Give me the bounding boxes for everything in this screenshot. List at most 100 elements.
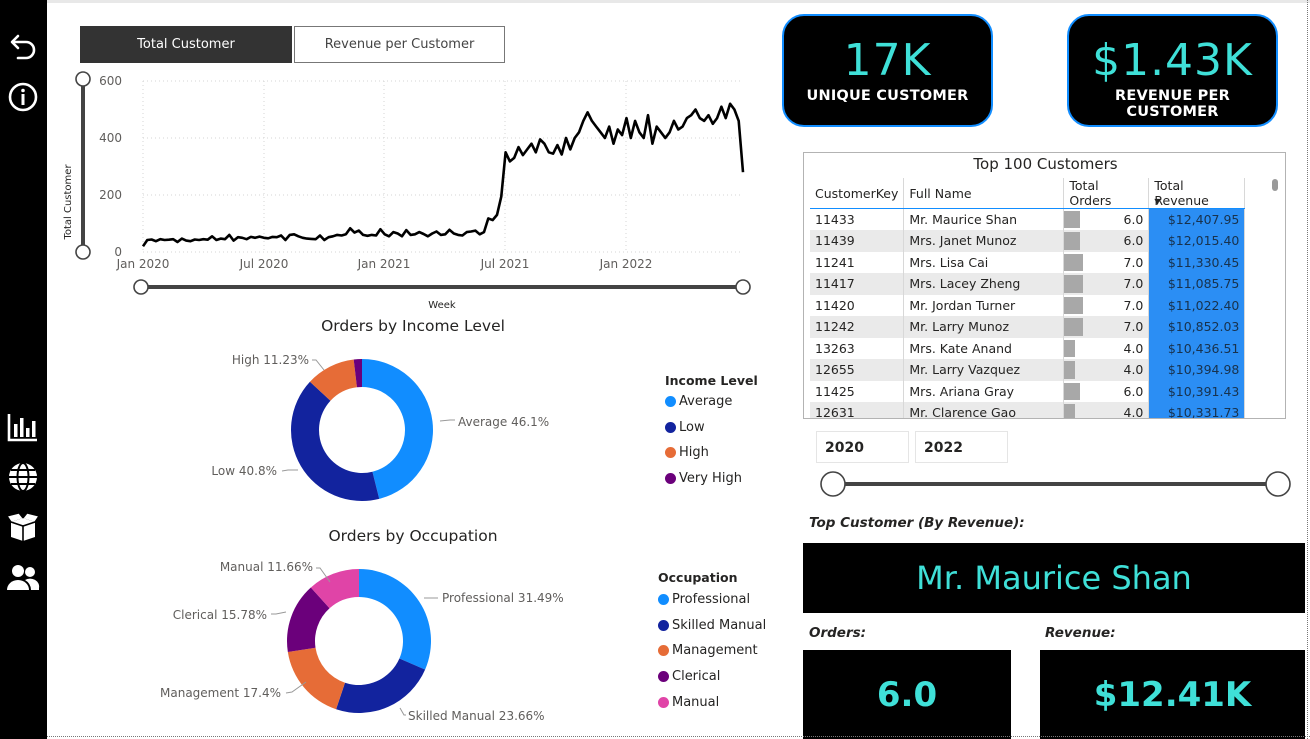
cell-customer-key: 12655 (810, 359, 905, 381)
table-row[interactable]: 12631 Mr. Clarence Gao 4.0 $10,331.73 (810, 402, 1246, 419)
y-range-slider-handle-bottom[interactable] (75, 244, 91, 260)
occupation-chart-title: Orders by Occupation (328, 527, 498, 545)
cell-customer-key: 11242 (810, 316, 905, 338)
col-header-total-revenue[interactable]: Total Revenue ▼ (1148, 178, 1246, 209)
orders-value: 4.0 (1123, 340, 1144, 356)
occupation-legend-manual[interactable]: Manual (658, 695, 719, 710)
top-customer-heading: Top Customer (By Revenue): (809, 515, 1025, 531)
cell-customer-key: 11241 (810, 251, 905, 273)
orders-value: 7.0 (1123, 276, 1144, 292)
slice-skilled-manual[interactable] (336, 658, 426, 713)
cell-customer-key: 13263 (810, 337, 905, 359)
income-legend-average[interactable]: Average (665, 394, 732, 409)
bar-chart-icon[interactable] (6, 410, 40, 444)
y-range-slider-handle-top[interactable] (75, 71, 91, 87)
y-tick-200: 200 (99, 188, 122, 202)
top-border (47, 0, 1310, 3)
year-end-input[interactable]: 2022 (915, 431, 1008, 463)
orders-value: 7.0 (1123, 319, 1144, 335)
slice-low[interactable] (291, 381, 380, 501)
top-customer-orders-value: 6.0 (803, 650, 1011, 739)
table-row[interactable]: 11242 Mr. Larry Munoz 7.0 $10,852.03 (810, 316, 1246, 338)
occupation-label-skilled-manual: Skilled Manual 23.66% (408, 709, 545, 723)
income-legend-low[interactable]: Low (665, 420, 705, 435)
x-tick-jul-2021: Jul 2021 (480, 257, 530, 271)
occupation-donut-chart: Professional 31.49% Skilled Manual 23.66… (160, 560, 564, 723)
cell-customer-key: 11433 (810, 208, 905, 230)
occupation-label-management: Management 17.4% (160, 686, 281, 700)
table-row[interactable]: 12655 Mr. Larry Vazquez 4.0 $10,394.98 (810, 359, 1246, 381)
income-legend-title: Income Level (665, 373, 758, 388)
open-box-icon[interactable] (6, 510, 40, 544)
occupation-legend-skilled-manual[interactable]: Skilled Manual (658, 618, 766, 633)
total-customer-button[interactable]: Total Customer (80, 26, 292, 63)
cell-customer-key: 12631 (810, 402, 905, 418)
info-icon[interactable] (6, 80, 40, 114)
users-icon[interactable] (6, 560, 40, 594)
slice-professional[interactable] (359, 569, 431, 670)
orders-value: 6.0 (1123, 212, 1144, 227)
slice-management[interactable] (287, 647, 345, 710)
col-header-customer-key[interactable]: CustomerKey (810, 178, 905, 209)
cell-customer-key: 11439 (810, 230, 905, 252)
cell-customer-key: 11420 (810, 294, 905, 316)
cell-total-orders: 6.0 (1063, 208, 1150, 230)
col-header-full-name[interactable]: Full Name (903, 178, 1065, 209)
cell-total-orders: 7.0 (1063, 294, 1150, 316)
occupation-label-clerical: Clerical 15.78% (173, 608, 267, 622)
table-row[interactable]: 11433 Mr. Maurice Shan 6.0 $12,407.95 (810, 208, 1246, 230)
cell-total-revenue: $11,022.40 (1148, 294, 1246, 316)
cell-total-orders: 4.0 (1063, 337, 1150, 359)
cell-full-name: Mrs. Janet Munoz (903, 230, 1065, 252)
cell-total-revenue: $10,391.43 (1148, 380, 1246, 402)
x-tick-jul-2020: Jul 2020 (239, 257, 289, 271)
year-range-slider[interactable] (815, 470, 1295, 500)
x-range-slider-handle-right[interactable] (735, 279, 751, 295)
income-chart-title: Orders by Income Level (321, 317, 505, 335)
top-customer-revenue-value: $12.41K (1040, 650, 1305, 739)
unique-customer-label: UNIQUE CUSTOMER (806, 88, 969, 104)
revenue-per-customer-label: REVENUE PER CUSTOMER (1115, 88, 1230, 120)
cell-total-orders: 7.0 (1063, 251, 1150, 273)
year-slider-handle-right[interactable] (1265, 471, 1291, 497)
legend-dot (658, 645, 669, 656)
legend-label: Very High (679, 471, 742, 486)
occupation-legend-title: Occupation (658, 570, 738, 585)
x-range-slider-handle-left[interactable] (133, 279, 149, 295)
table-row[interactable]: 13263 Mrs. Kate Anand 4.0 $10,436.51 (810, 337, 1246, 359)
table-row[interactable]: 11420 Mr. Jordan Turner 7.0 $11,022.40 (810, 294, 1246, 316)
orders-value: 7.0 (1123, 297, 1144, 313)
globe-icon[interactable] (6, 460, 40, 494)
cell-full-name: Mrs. Lacey Zheng (903, 273, 1065, 295)
cell-total-revenue: $11,330.45 (1148, 251, 1246, 273)
revenue-per-customer-button[interactable]: Revenue per Customer (294, 26, 505, 63)
table-row[interactable]: 11425 Mrs. Ariana Gray 6.0 $10,391.43 (810, 380, 1246, 402)
occupation-label-professional: Professional 31.49% (442, 591, 564, 605)
cell-full-name: Mr. Larry Vazquez (903, 359, 1065, 381)
orders-value: 4.0 (1123, 405, 1144, 419)
occupation-legend-management[interactable]: Management (658, 643, 758, 658)
x-tick-jan-2021: Jan 2021 (357, 257, 411, 271)
top-customers-grid: CustomerKey Full Name Total Orders Total… (810, 178, 1246, 419)
table-scrollbar[interactable] (1272, 179, 1278, 191)
legend-dot (665, 473, 676, 484)
cell-full-name: Mr. Larry Munoz (903, 316, 1065, 338)
x-tick-jan-2020: Jan 2020 (116, 257, 170, 271)
cell-total-revenue: $10,852.03 (1148, 316, 1246, 338)
back-arrow-icon[interactable] (6, 28, 40, 62)
legend-dot (658, 594, 669, 605)
table-row[interactable]: 11241 Mrs. Lisa Cai 7.0 $11,330.45 (810, 251, 1246, 273)
table-row[interactable]: 11439 Mrs. Janet Munoz 6.0 $12,015.40 (810, 230, 1246, 252)
income-legend-high[interactable]: High (665, 445, 709, 460)
orders-value: 6.0 (1123, 383, 1144, 399)
year-start-input[interactable]: 2020 (816, 431, 909, 463)
income-legend-very-high[interactable]: Very High (665, 471, 742, 486)
legend-label: Clerical (672, 669, 721, 684)
table-row[interactable]: 11417 Mrs. Lacey Zheng 7.0 $11,085.75 (810, 273, 1246, 295)
year-slider-handle-left[interactable] (820, 471, 846, 497)
occupation-legend-clerical[interactable]: Clerical (658, 669, 720, 684)
occupation-legend-professional[interactable]: Professional (658, 592, 750, 607)
legend-dot (665, 447, 676, 458)
col-header-total-orders[interactable]: Total Orders (1063, 178, 1150, 209)
table-title: Top 100 Customers (973, 155, 1118, 173)
